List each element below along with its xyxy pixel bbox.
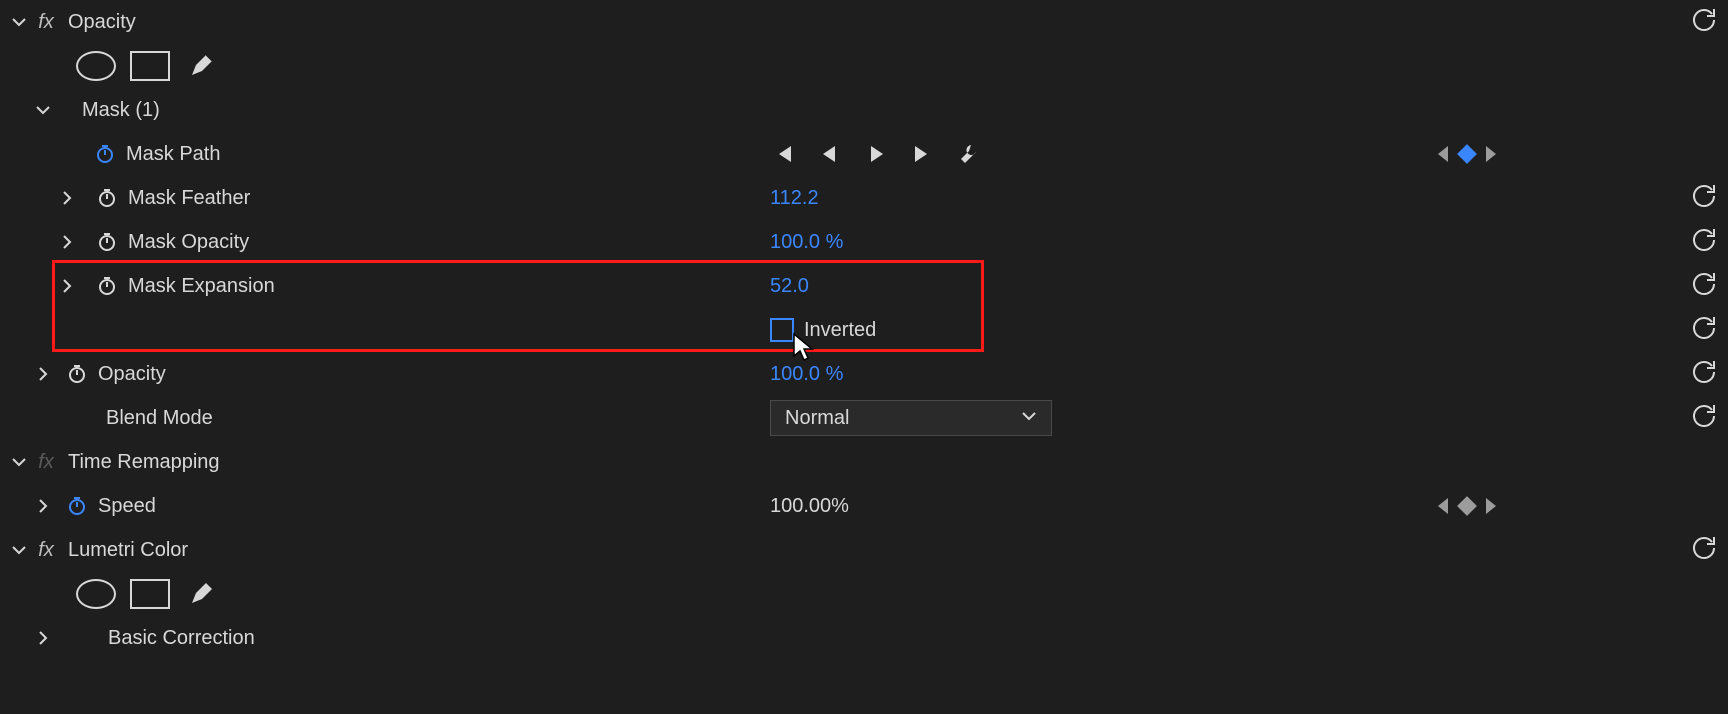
expand-icon[interactable] bbox=[34, 497, 52, 515]
step-back-icon[interactable] bbox=[816, 140, 844, 168]
stopwatch-icon[interactable] bbox=[96, 275, 118, 297]
mask-1-header[interactable]: Mask (1) bbox=[0, 88, 1728, 132]
lumetri-color-title: Lumetri Color bbox=[68, 539, 188, 562]
basic-correction-label: Basic Correction bbox=[108, 627, 255, 650]
mask-path-row: Mask Path bbox=[0, 132, 1728, 176]
ellipse-mask-button[interactable] bbox=[76, 579, 116, 609]
inverted-checkbox[interactable] bbox=[770, 318, 794, 342]
reset-icon[interactable] bbox=[1690, 269, 1718, 303]
chevron-down-icon bbox=[1021, 407, 1037, 430]
reset-icon[interactable] bbox=[1690, 5, 1718, 39]
prev-keyframe-icon[interactable] bbox=[1436, 498, 1450, 514]
opacity-property-label: Opacity bbox=[98, 363, 166, 386]
pen-mask-button[interactable] bbox=[188, 579, 216, 607]
opacity-property-value[interactable]: 100.0 % bbox=[770, 363, 843, 386]
fx-badge: fx bbox=[34, 451, 58, 474]
play-icon[interactable] bbox=[862, 140, 890, 168]
prev-keyframe-icon[interactable] bbox=[1436, 146, 1450, 162]
next-keyframe-icon[interactable] bbox=[1484, 146, 1498, 162]
opacity-panel-header[interactable]: fx Opacity bbox=[0, 0, 1728, 44]
time-remapping-title: Time Remapping bbox=[68, 451, 220, 474]
blend-mode-dropdown[interactable]: Normal bbox=[770, 400, 1052, 436]
rectangle-mask-button[interactable] bbox=[130, 51, 170, 81]
reset-icon[interactable] bbox=[1690, 357, 1718, 391]
expand-icon[interactable] bbox=[34, 629, 52, 647]
reset-icon[interactable] bbox=[1690, 533, 1718, 567]
mask-opacity-row: Mask Opacity 100.0 % bbox=[0, 220, 1728, 264]
stopwatch-icon[interactable] bbox=[94, 143, 116, 165]
mask-path-transport bbox=[770, 140, 982, 168]
expand-icon[interactable] bbox=[58, 233, 76, 251]
go-to-first-icon[interactable] bbox=[770, 140, 798, 168]
reset-icon[interactable] bbox=[1690, 401, 1718, 435]
blend-mode-label: Blend Mode bbox=[106, 407, 213, 430]
keyframe-nav bbox=[1436, 146, 1498, 162]
stopwatch-icon[interactable] bbox=[66, 495, 88, 517]
lumetri-color-header[interactable]: fx Lumetri Color bbox=[0, 528, 1728, 572]
reset-icon[interactable] bbox=[1690, 181, 1718, 215]
mask-1-label: Mask (1) bbox=[82, 99, 160, 122]
basic-correction-row[interactable]: Basic Correction bbox=[0, 616, 1728, 660]
mask-opacity-value[interactable]: 100.0 % bbox=[770, 231, 843, 254]
keyframe-nav bbox=[1436, 498, 1498, 514]
expand-icon[interactable] bbox=[58, 277, 76, 295]
mask-opacity-label: Mask Opacity bbox=[128, 231, 249, 254]
expand-icon[interactable] bbox=[34, 365, 52, 383]
mask-feather-label: Mask Feather bbox=[128, 187, 250, 210]
mask-feather-value[interactable]: 112.2 bbox=[770, 187, 819, 210]
speed-value: 100.00% bbox=[770, 495, 849, 518]
time-remapping-header[interactable]: fx Time Remapping bbox=[0, 440, 1728, 484]
stopwatch-icon[interactable] bbox=[96, 231, 118, 253]
blend-mode-row: Blend Mode Normal bbox=[0, 396, 1728, 440]
mask-expansion-row: Mask Expansion 52.0 bbox=[0, 264, 1728, 308]
blend-mode-value: Normal bbox=[785, 407, 849, 430]
pen-mask-button[interactable] bbox=[188, 51, 216, 79]
opacity-title: Opacity bbox=[68, 11, 136, 34]
mask-expansion-label: Mask Expansion bbox=[128, 275, 275, 298]
lumetri-shape-tools-row bbox=[0, 572, 1728, 616]
mask-feather-row: Mask Feather 112.2 bbox=[0, 176, 1728, 220]
add-keyframe-icon[interactable] bbox=[1457, 496, 1477, 516]
go-to-last-icon[interactable] bbox=[908, 140, 936, 168]
fx-badge: fx bbox=[34, 539, 58, 562]
wrench-icon[interactable] bbox=[954, 140, 982, 168]
speed-row: Speed 100.00% bbox=[0, 484, 1728, 528]
expand-icon[interactable] bbox=[58, 189, 76, 207]
inverted-label: Inverted bbox=[804, 319, 876, 342]
collapse-icon[interactable] bbox=[34, 101, 52, 119]
collapse-icon[interactable] bbox=[10, 453, 28, 471]
mask-inverted-row: Inverted bbox=[0, 308, 1728, 352]
mask-shape-tools-row bbox=[0, 44, 1728, 88]
next-keyframe-icon[interactable] bbox=[1484, 498, 1498, 514]
mask-expansion-value[interactable]: 52.0 bbox=[770, 275, 809, 298]
ellipse-mask-button[interactable] bbox=[76, 51, 116, 81]
fx-badge: fx bbox=[34, 11, 58, 34]
add-keyframe-icon[interactable] bbox=[1457, 144, 1477, 164]
rectangle-mask-button[interactable] bbox=[130, 579, 170, 609]
opacity-property-row: Opacity 100.0 % bbox=[0, 352, 1728, 396]
stopwatch-icon[interactable] bbox=[66, 363, 88, 385]
stopwatch-icon[interactable] bbox=[96, 187, 118, 209]
mask-path-label: Mask Path bbox=[126, 143, 220, 166]
speed-label: Speed bbox=[98, 495, 156, 518]
reset-icon[interactable] bbox=[1690, 225, 1718, 259]
collapse-icon[interactable] bbox=[10, 541, 28, 559]
collapse-icon[interactable] bbox=[10, 13, 28, 31]
reset-icon[interactable] bbox=[1690, 313, 1718, 347]
